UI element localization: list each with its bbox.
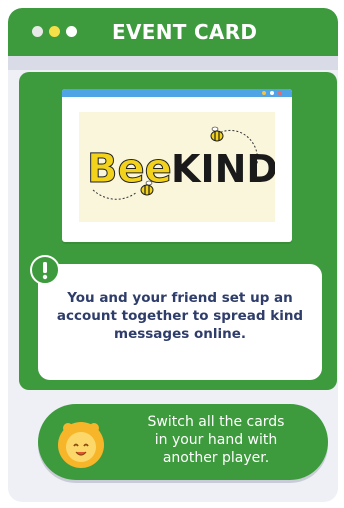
action-line-1: Switch all the cards xyxy=(147,414,285,430)
browser-dot xyxy=(270,91,274,95)
bee-icon xyxy=(210,126,224,142)
logo-word-kind: KIND xyxy=(171,147,275,191)
logo-word-bee: Bee xyxy=(87,146,172,192)
header-dots xyxy=(32,26,77,37)
browser-window-illustration: Bee KIND xyxy=(62,89,292,242)
action-line-3: another player. xyxy=(162,450,270,466)
beekind-logo: Bee KIND xyxy=(79,112,275,222)
header-divider xyxy=(8,56,338,70)
lion-icon xyxy=(56,418,106,472)
header-dot xyxy=(32,26,43,37)
browser-titlebar xyxy=(62,89,292,97)
browser-dot xyxy=(262,91,266,95)
header-dot xyxy=(66,26,77,37)
header-dot xyxy=(49,26,60,37)
action-instruction: Switch all the cards in your hand with a… xyxy=(116,413,316,467)
exclamation-icon xyxy=(30,255,60,285)
exclamation-glyph xyxy=(42,262,48,280)
event-card: EVENT CARD Bee KIND You and your friend … xyxy=(8,8,338,502)
card-header: EVENT CARD xyxy=(8,8,338,56)
card-title: EVENT CARD xyxy=(112,20,258,44)
browser-dot xyxy=(278,91,282,95)
event-message: You and your friend set up an account to… xyxy=(56,290,304,342)
action-line-2: in your hand with xyxy=(154,432,278,448)
beekind-logo-graphic: Bee KIND xyxy=(87,126,275,200)
